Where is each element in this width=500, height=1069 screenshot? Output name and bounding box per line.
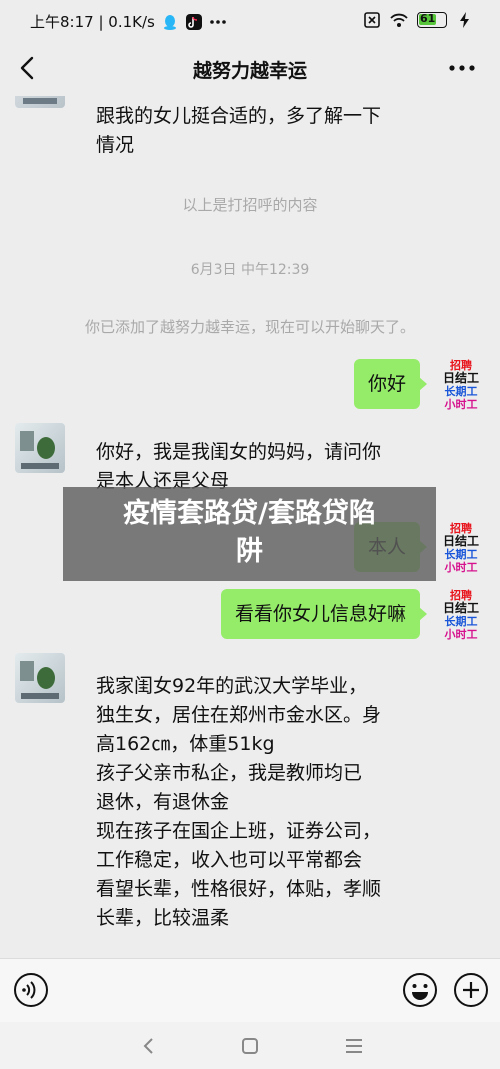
system-nav-bar	[0, 1022, 500, 1069]
message-line: 工作稳定，收入也可以平常都会	[96, 849, 363, 871]
wifi-icon	[390, 13, 408, 27]
avatar-text-2: 日结工	[442, 534, 479, 548]
message-line: 看望长辈，性格很好，体贴，孝顺	[96, 878, 382, 900]
message-bubble-3[interactable]: 我家闺女92年的武汉大学毕业， 独生女，居住在郑州市金水区。身 高162㎝，体重…	[82, 662, 395, 943]
tiktok-icon	[185, 13, 202, 30]
voice-input-icon[interactable]	[12, 971, 50, 1009]
contact-avatar[interactable]	[15, 423, 65, 473]
message-line: 孩子父亲市私企，我是教师均已	[96, 762, 363, 784]
avatar-text-3: 长期工	[444, 385, 478, 398]
charging-icon	[460, 12, 469, 28]
self-avatar[interactable]: 招聘 日结工 长期工 小时工	[438, 589, 484, 641]
message-bubble-1[interactable]: 跟我的女儿挺合适的，多了解一下 情况	[82, 96, 395, 170]
contact-avatar[interactable]	[15, 653, 65, 703]
message-line: 我家闺女92年的武汉大学毕业，	[96, 675, 368, 697]
my-message-bubble-3[interactable]: 看看你女儿信息好嘛	[220, 589, 428, 639]
status-time: 上午8:17 | 0.1K/s	[30, 13, 155, 31]
system-notice-greeting: 以上是打招呼的内容	[182, 196, 318, 214]
add-more-icon[interactable]	[452, 971, 490, 1009]
message-line: 你好，我是我闺女的妈妈，请问你	[96, 441, 382, 463]
no-sim-icon	[364, 12, 380, 28]
nav-home-icon[interactable]	[238, 1034, 262, 1058]
message-line: 长辈，比较温柔	[96, 907, 230, 929]
input-bar	[0, 958, 500, 1023]
avatar-text-2: 日结工	[442, 601, 479, 615]
watermark-overlay: 疫情套路贷/套路贷陷 阱	[63, 487, 436, 581]
self-avatar[interactable]: 招聘 日结工 长期工 小时工	[438, 522, 484, 574]
message-line: 现在孩子在国企上班，证券公司，	[96, 820, 382, 842]
message-line: 独生女，居住在郑州市金水区。身	[96, 704, 382, 726]
avatar-text-4: 小时工	[444, 628, 478, 641]
avatar-text-4: 小时工	[444, 561, 478, 574]
message-line: 跟我的女儿挺合适的，多了解一下	[96, 105, 382, 127]
system-notice-added: 你已添加了越努力越幸运，现在可以开始聊天了。	[84, 318, 415, 336]
avatar-text-2: 日结工	[442, 371, 479, 385]
chat-header: 越努力越幸运	[0, 40, 500, 96]
message-line: 高162㎝，体重51kg	[96, 733, 275, 755]
avatar-text-3: 长期工	[444, 615, 478, 628]
nav-menu-icon[interactable]	[342, 1034, 366, 1058]
nav-back-icon[interactable]	[137, 1034, 161, 1058]
message-line: 退休，有退休金	[96, 791, 230, 813]
avatar-text-3: 长期工	[444, 548, 478, 561]
my-message-bubble-1[interactable]: 你好	[353, 359, 428, 409]
self-avatar[interactable]: 招聘 日结工 长期工 小时工	[438, 359, 484, 411]
more-options-icon[interactable]	[444, 52, 480, 84]
watermark-line: 疫情套路贷/套路贷陷	[123, 498, 376, 529]
battery-icon: 61	[417, 12, 447, 28]
more-dots-icon	[210, 19, 226, 24]
battery-level: 61	[420, 12, 436, 25]
qq-icon	[163, 14, 176, 30]
contact-avatar[interactable]	[15, 96, 65, 108]
status-bar: 上午8:17 | 0.1K/s 61	[0, 0, 500, 40]
emoji-icon[interactable]	[401, 971, 439, 1009]
message-text: 你好	[367, 373, 406, 395]
watermark-line: 阱	[236, 536, 263, 567]
chat-title: 越努力越幸运	[192, 60, 307, 82]
timestamp: 6月3日 中午12:39	[190, 262, 310, 278]
avatar-text-4: 小时工	[444, 398, 478, 411]
message-text: 看看你女儿信息好嘛	[234, 603, 406, 625]
message-line: 情况	[96, 134, 135, 156]
